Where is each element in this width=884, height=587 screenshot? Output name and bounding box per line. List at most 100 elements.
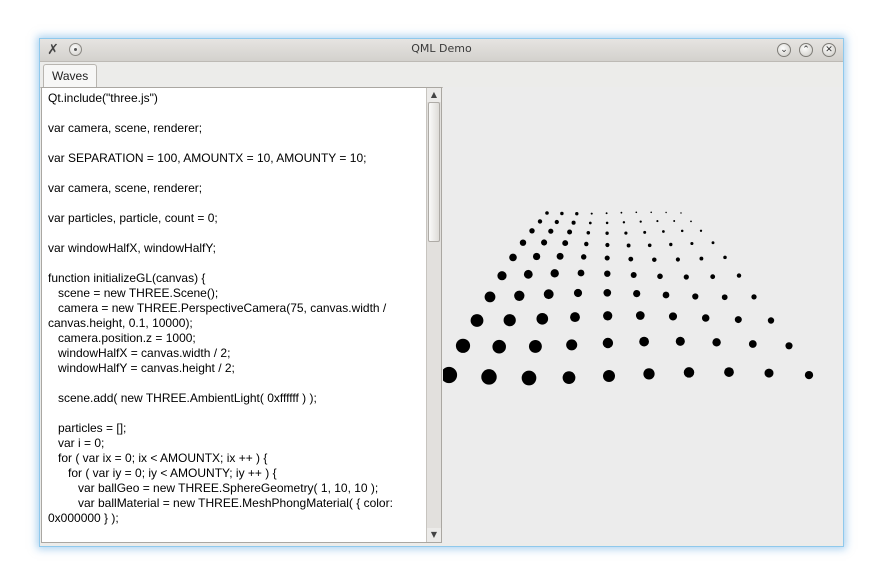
particle-dot xyxy=(567,229,573,235)
particle-dot xyxy=(680,212,682,214)
tab-waves[interactable]: Waves xyxy=(43,64,98,87)
particle-dot xyxy=(701,314,710,322)
particle-dot xyxy=(509,253,517,262)
particle-dot xyxy=(639,220,642,223)
particle-dot xyxy=(605,242,610,248)
particle-dot xyxy=(566,339,578,351)
particle-dot xyxy=(604,270,611,277)
code-line: var camera, scene, renderer; xyxy=(48,181,203,195)
particle-dot xyxy=(497,271,507,281)
particle-dot xyxy=(804,370,814,380)
particle-dot xyxy=(603,288,612,297)
particle-dot xyxy=(543,289,554,300)
particle-dot xyxy=(532,252,541,261)
particle-dot xyxy=(662,230,665,233)
code-line: scene.add( new THREE.AmbientLight( 0xfff… xyxy=(48,391,317,405)
particle-dot xyxy=(577,269,585,277)
particle-dot xyxy=(635,311,645,320)
particle-dot xyxy=(657,273,663,280)
particle-dot xyxy=(712,338,721,347)
particle-dot xyxy=(573,288,583,298)
code-line: windowHalfY = canvas.height / 2; xyxy=(48,361,235,375)
particle-dot xyxy=(590,212,593,215)
close-button[interactable]: ✕ xyxy=(822,43,836,57)
particle-dot xyxy=(751,294,757,300)
particle-dot xyxy=(635,211,638,214)
particle-dot xyxy=(673,220,676,222)
code-line: function initializeGL(canvas) { xyxy=(48,271,206,285)
particle-dot xyxy=(556,252,564,260)
code-line: scene = new THREE.Scene(); xyxy=(48,286,219,300)
particle-dot xyxy=(443,366,458,384)
particle-dot xyxy=(764,368,774,378)
app-window: ✗ QML Demo ⌄ ⌃ ✕ Waves Qt.include("three… xyxy=(40,39,843,546)
code-editor[interactable]: Qt.include("three.js") var camera, scene,… xyxy=(41,87,442,543)
title-bar[interactable]: ✗ QML Demo ⌄ ⌃ ✕ xyxy=(40,39,843,62)
particle-dot xyxy=(550,269,559,278)
particle-dot xyxy=(588,221,592,225)
particle-dot xyxy=(669,242,673,247)
particle-dot xyxy=(690,220,692,223)
code-text[interactable]: Qt.include("three.js") var camera, scene,… xyxy=(48,91,426,526)
particle-dot xyxy=(545,211,549,215)
code-line: var ballMaterial = new THREE.MeshPhongMa… xyxy=(48,496,393,510)
particle-dot xyxy=(683,274,689,280)
code-line: var i = 0; xyxy=(48,436,105,450)
code-line: windowHalfX = canvas.width / 2; xyxy=(48,346,231,360)
scrollbar-thumb[interactable] xyxy=(428,102,440,242)
particle-dot xyxy=(484,291,496,303)
particle-dot xyxy=(455,338,471,353)
particle-dot xyxy=(675,336,685,346)
particle-dot xyxy=(650,211,652,214)
code-line: var camera, scene, renderer; xyxy=(48,121,203,135)
editor-scrollbar[interactable]: ▲ ▼ xyxy=(426,88,441,542)
particle-dot xyxy=(630,272,637,278)
particle-dot xyxy=(492,339,506,354)
scroll-up-arrow-icon[interactable]: ▲ xyxy=(427,88,441,102)
particle-dot xyxy=(523,269,533,279)
particle-dot xyxy=(652,257,657,262)
minimize-button[interactable]: ⌄ xyxy=(777,43,791,57)
particle-dot xyxy=(785,342,793,350)
particle-dot xyxy=(643,368,655,380)
window-title: QML Demo xyxy=(411,42,472,55)
particle-dot xyxy=(723,255,727,260)
particle-dot xyxy=(503,314,516,327)
particle-dot xyxy=(541,239,548,246)
particle-dot xyxy=(692,293,699,300)
particle-dot xyxy=(605,231,609,235)
particle-dot xyxy=(548,228,554,234)
particle-dot xyxy=(560,211,564,216)
particle-wave-scene xyxy=(443,87,843,543)
particle-dot xyxy=(668,312,678,321)
particle-dot xyxy=(554,219,559,225)
code-line: camera.position.z = 1000; xyxy=(48,331,196,345)
webgl-canvas[interactable] xyxy=(443,87,843,543)
particle-dot xyxy=(580,254,587,260)
maximize-button[interactable]: ⌃ xyxy=(799,43,813,57)
scroll-down-arrow-icon[interactable]: ▼ xyxy=(427,528,441,542)
particle-dot xyxy=(699,256,704,261)
particle-dot xyxy=(734,316,742,324)
particle-dot xyxy=(724,367,734,377)
code-line: var SEPARATION = 100, AMOUNTX = 10, AMOU… xyxy=(48,151,367,165)
particle-dot xyxy=(656,220,659,223)
particle-dot xyxy=(736,273,742,278)
particle-dot xyxy=(624,231,628,235)
particle-dot xyxy=(519,239,527,246)
particle-dot xyxy=(570,312,580,323)
particle-dot xyxy=(481,369,497,385)
particle-dot xyxy=(603,370,615,382)
particle-dot xyxy=(633,290,641,298)
code-line: camera = new THREE.PerspectiveCamera(75,… xyxy=(48,301,387,315)
particle-dot xyxy=(521,370,537,386)
particle-dot xyxy=(605,212,608,215)
particle-dot xyxy=(665,211,667,214)
particle-dot xyxy=(514,290,525,301)
particle-dot xyxy=(528,339,542,353)
particle-dot xyxy=(683,367,695,378)
